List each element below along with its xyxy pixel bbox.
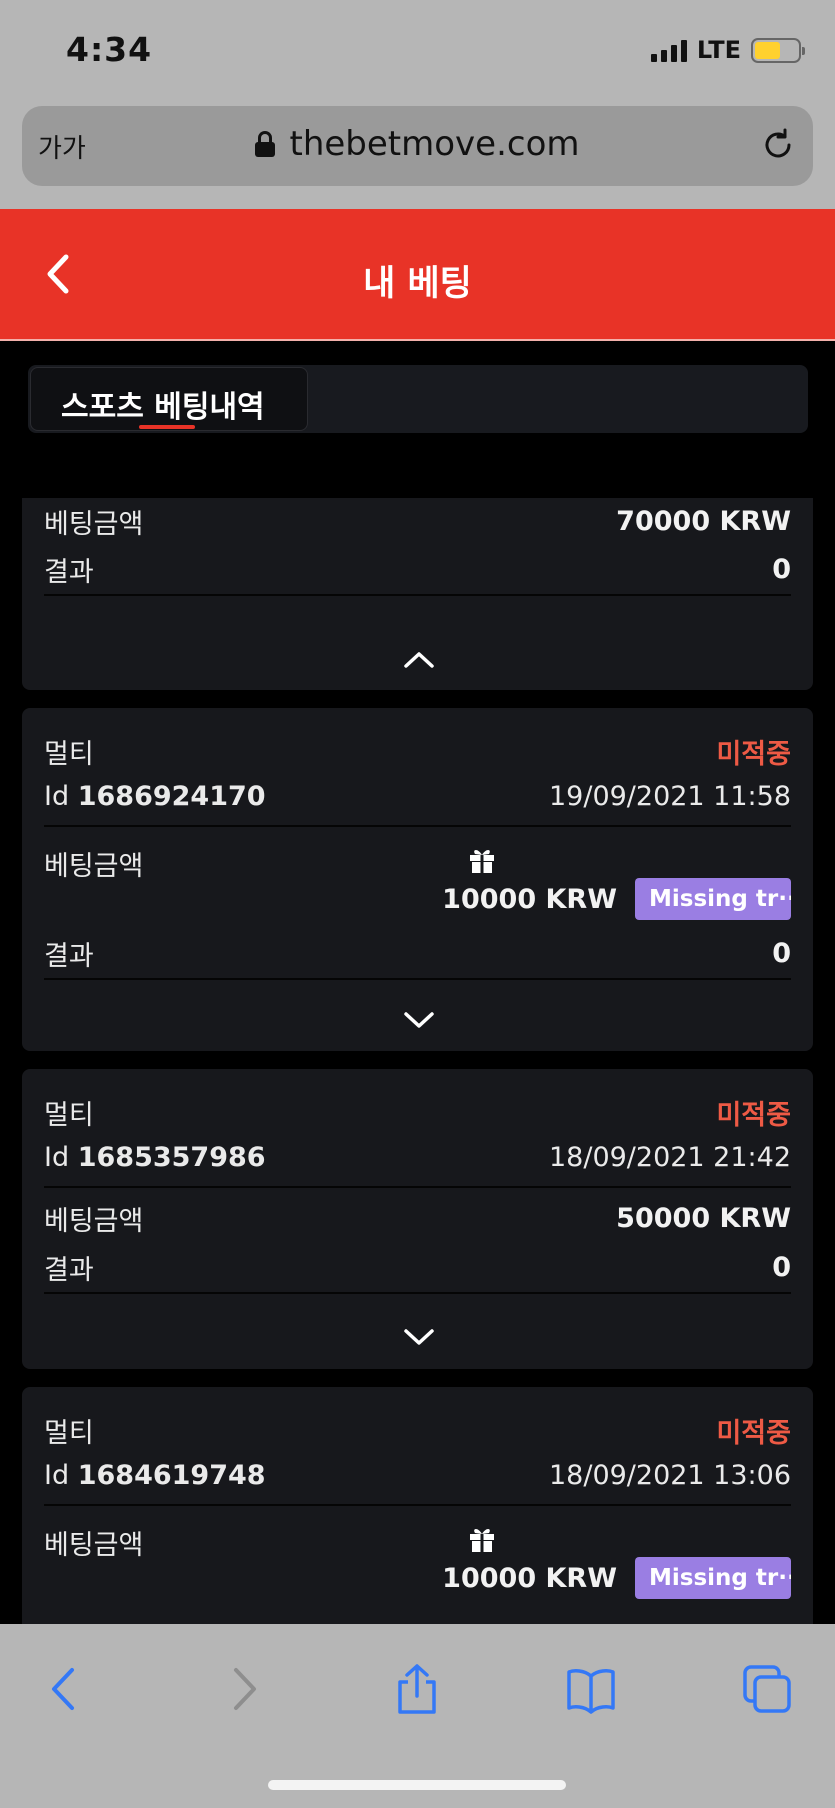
gift-icon [470, 1529, 494, 1552]
bet-datetime: 18/09/2021 21:42 [548, 1142, 791, 1173]
result-row: 결과 0 [44, 550, 791, 589]
tab-bar: 스포츠 베팅내역 [28, 365, 808, 433]
address-bar[interactable]: 가가 thebetmove.com [22, 106, 813, 186]
status-badge: 미적중 [716, 1100, 791, 1131]
page-title: 내 베팅 [363, 264, 472, 304]
divider [44, 594, 791, 596]
bet-id-row: Id 1685357986 18/09/2021 21:42 [44, 1142, 791, 1173]
stake-amount-group: 10000 KRW Missing tr··· [442, 1557, 791, 1599]
bet-card[interactable]: 멀티 미적중 Id 1686924170 19/09/2021 11:58 베팅… [22, 708, 813, 1051]
stake-row: 베팅금액 50000 KRW [44, 1199, 791, 1238]
status-badge: 미적중 [716, 739, 791, 770]
bet-type: 멀티 [44, 1418, 94, 1449]
gift-icon [470, 850, 494, 873]
bet-id: 1686924170 [77, 781, 266, 812]
browser-toolbar [0, 1624, 835, 1808]
bet-id-row: Id 1684619748 18/09/2021 13:06 [44, 1460, 791, 1491]
stake-row: 베팅금액 [44, 1523, 143, 1562]
divider [44, 978, 791, 980]
stake-amount: 10000 KRW [442, 1562, 617, 1594]
status-badge: 미적중 [716, 1418, 791, 1449]
signal-icon [650, 38, 687, 62]
result-row: 결과 0 [44, 1248, 791, 1287]
bet-card[interactable]: 멀티 미적중 Id 1685357986 18/09/2021 21:42 베팅… [22, 1069, 813, 1369]
bet-card-expanded: 베팅금액 70000 KRW 결과 0 [22, 498, 813, 690]
stake-label: 베팅금액 [44, 851, 144, 882]
id-prefix: Id [44, 1460, 70, 1491]
stake-amount: 50000 KRW [616, 1203, 791, 1234]
missing-badge[interactable]: Missing tr··· [635, 878, 791, 920]
bet-type: 멀티 [44, 1100, 94, 1131]
network-label: LTE [696, 36, 741, 64]
result-value: 0 [772, 938, 791, 969]
result-row: 결과 0 [44, 934, 791, 973]
battery-icon [751, 37, 805, 63]
bet-id: 1685357986 [77, 1142, 266, 1173]
result-value: 0 [772, 554, 791, 585]
id-prefix: Id [44, 781, 70, 812]
bet-id: 1684619748 [77, 1460, 266, 1491]
url-display[interactable]: thebetmove.com [22, 124, 813, 164]
divider [44, 1504, 791, 1506]
result-value: 0 [772, 1252, 791, 1283]
url-text: thebetmove.com [289, 124, 580, 164]
bet-datetime: 19/09/2021 11:58 [548, 781, 791, 812]
result-label: 결과 [44, 557, 94, 588]
stake-amount: 70000 KRW [616, 506, 791, 537]
stake-label: 베팅금액 [44, 1206, 144, 1237]
missing-badge[interactable]: Missing tr··· [635, 1557, 791, 1599]
bookmarks-icon[interactable] [566, 1664, 616, 1714]
bet-history-content: 스포츠 베팅내역 베팅금액 70000 KRW 결과 0 멀티 미적중 Id 1… [0, 343, 835, 1624]
bet-type: 멀티 [44, 739, 94, 770]
stake-amount-group: 10000 KRW Missing tr··· [442, 878, 791, 920]
browser-forward-icon[interactable] [218, 1664, 268, 1714]
tab-sports-bet-history[interactable]: 스포츠 베팅내역 [30, 367, 308, 431]
share-icon[interactable] [392, 1664, 442, 1714]
divider [44, 1292, 791, 1294]
status-indicators: LTE [650, 36, 805, 64]
stake-row: 베팅금액 70000 KRW [44, 502, 791, 541]
chevron-down-icon[interactable] [402, 1325, 436, 1349]
home-indicator[interactable] [268, 1780, 566, 1790]
id-prefix: Id [44, 1142, 70, 1173]
tabs-icon[interactable] [742, 1664, 792, 1714]
divider [44, 825, 791, 827]
stake-label: 베팅금액 [44, 1530, 144, 1561]
bet-type-row: 멀티 미적중 [44, 1093, 791, 1132]
stake-label: 베팅금액 [44, 509, 144, 540]
stake-row: 베팅금액 [44, 844, 143, 883]
bet-datetime: 18/09/2021 13:06 [548, 1460, 791, 1491]
result-label: 결과 [44, 941, 94, 972]
bet-card[interactable]: 멀티 미적중 Id 1684619748 18/09/2021 13:06 베팅… [22, 1387, 813, 1624]
result-label: 결과 [44, 1255, 94, 1286]
status-time: 4:34 [66, 30, 153, 69]
lock-icon [255, 131, 276, 157]
stake-amount: 10000 KRW [442, 883, 617, 915]
status-bar: 4:34 LTE [0, 0, 835, 104]
browser-back-icon[interactable] [40, 1664, 90, 1714]
reload-icon[interactable] [761, 128, 795, 162]
page-header: 내 베팅 [0, 209, 835, 341]
bet-id-row: Id 1686924170 19/09/2021 11:58 [44, 781, 791, 812]
tab-active-indicator [139, 425, 195, 429]
chevron-up-icon[interactable] [402, 648, 436, 672]
divider [44, 1186, 791, 1188]
tab-label: 스포츠 베팅내역 [61, 390, 265, 425]
bet-type-row: 멀티 미적중 [44, 1411, 791, 1450]
chevron-down-icon[interactable] [402, 1008, 436, 1032]
browser-address-area: 가가 thebetmove.com [0, 104, 835, 209]
bet-type-row: 멀티 미적중 [44, 732, 791, 771]
